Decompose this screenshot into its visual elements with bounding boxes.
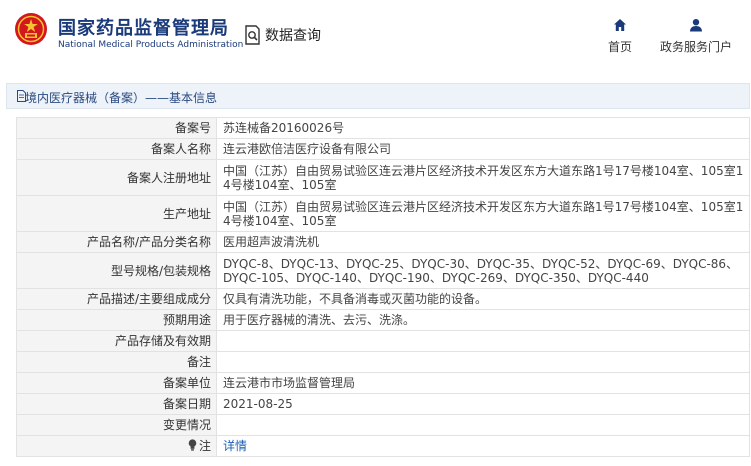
note-label-cell: 注 — [16, 435, 217, 457]
field-label: 预期用途 — [16, 309, 217, 331]
section-title: 境内医疗器械（备案）——基本信息 — [25, 91, 218, 105]
table-row: 变更情况 — [16, 414, 750, 436]
table-row: 注 详情 — [16, 435, 750, 457]
table-row: 型号规格/包装规格 DYQC-8、DYQC-13、DYQC-25、DYQC-30… — [16, 252, 750, 289]
brand-subtitle: National Medical Products Administration — [58, 40, 244, 50]
data-query-icon — [245, 25, 260, 45]
brand-title[interactable]: 国家药品监督管理局 — [58, 14, 229, 40]
field-value: 中国（江苏）自由贸易试验区连云港片区经济技术开发区东方大道东路1号17号楼104… — [216, 195, 750, 232]
field-value — [216, 414, 750, 436]
user-icon — [690, 19, 702, 32]
field-label: 产品存储及有效期 — [16, 330, 217, 352]
field-label: 备案单位 — [16, 372, 217, 394]
table-row: 产品存储及有效期 — [16, 330, 750, 352]
field-value: 仅具有清洗功能，不具备消毒或灭菌功能的设备。 — [216, 288, 750, 310]
field-label: 产品名称/产品分类名称 — [16, 231, 217, 253]
table-row: 备案人注册地址 中国（江苏）自由贸易试验区连云港片区经济技术开发区东方大道东路1… — [16, 159, 750, 196]
field-label: 型号规格/包装规格 — [16, 252, 217, 289]
record-detail-table: 备案号 苏连械备20160026号 备案人名称 连云港欧倍洁医疗设备有限公司 备… — [16, 117, 750, 457]
table-row: 生产地址 中国（江苏）自由贸易试验区连云港片区经济技术开发区东方大道东路1号17… — [16, 195, 750, 232]
field-value: 2021-08-25 — [216, 393, 750, 415]
field-value — [216, 351, 750, 373]
field-label: 变更情况 — [16, 414, 217, 436]
site-header: 国家药品监督管理局 National Medical Products Admi… — [0, 0, 751, 68]
nav-portal-label: 政务服务门户 — [659, 40, 732, 54]
field-label: 备案人名称 — [16, 138, 217, 160]
nav-home-label: 首页 — [607, 40, 632, 54]
field-value — [216, 330, 750, 352]
note-value-cell: 详情 — [216, 435, 750, 457]
details-link[interactable]: 详情 — [223, 439, 247, 453]
field-label: 产品描述/主要组成成分 — [16, 288, 217, 310]
table-row: 产品描述/主要组成成分 仅具有清洗功能，不具备消毒或灭菌功能的设备。 — [16, 288, 750, 310]
field-value: 连云港市市场监督管理局 — [216, 372, 750, 394]
section-header: 境内医疗器械（备案）——基本信息 — [6, 83, 750, 109]
national-emblem-icon[interactable] — [14, 12, 48, 46]
nav-gov-service-portal[interactable]: 政务服务门户 — [656, 18, 736, 55]
field-value: 用于医疗器械的清洗、去污、洗涤。 — [216, 309, 750, 331]
field-label: 备注 — [16, 351, 217, 373]
field-value: 中国（江苏）自由贸易试验区连云港片区经济技术开发区东方大道东路1号17号楼104… — [216, 159, 750, 196]
table-row: 备案号 苏连械备20160026号 — [16, 117, 750, 139]
field-label: 备案日期 — [16, 393, 217, 415]
field-label: 备案号 — [16, 117, 217, 139]
site-title: 数据查询 — [265, 28, 321, 44]
table-row: 预期用途 用于医疗器械的清洗、去污、洗涤。 — [16, 309, 750, 331]
field-value: 苏连械备20160026号 — [216, 117, 750, 139]
lightbulb-icon — [188, 439, 197, 451]
table-row: 备注 — [16, 351, 750, 373]
nav-home[interactable]: 首页 — [602, 18, 638, 55]
field-label: 备案人注册地址 — [16, 159, 217, 196]
table-row: 备案日期 2021-08-25 — [16, 393, 750, 415]
note-label: 注 — [198, 439, 211, 453]
table-row: 产品名称/产品分类名称 医用超声波清洗机 — [16, 231, 750, 253]
home-icon — [614, 19, 626, 31]
table-row: 备案单位 连云港市市场监督管理局 — [16, 372, 750, 394]
field-label: 生产地址 — [16, 195, 217, 232]
field-value: 医用超声波清洗机 — [216, 231, 750, 253]
field-value: 连云港欧倍洁医疗设备有限公司 — [216, 138, 750, 160]
field-value: DYQC-8、DYQC-13、DYQC-25、DYQC-30、DYQC-35、D… — [216, 252, 750, 289]
table-row: 备案人名称 连云港欧倍洁医疗设备有限公司 — [16, 138, 750, 160]
